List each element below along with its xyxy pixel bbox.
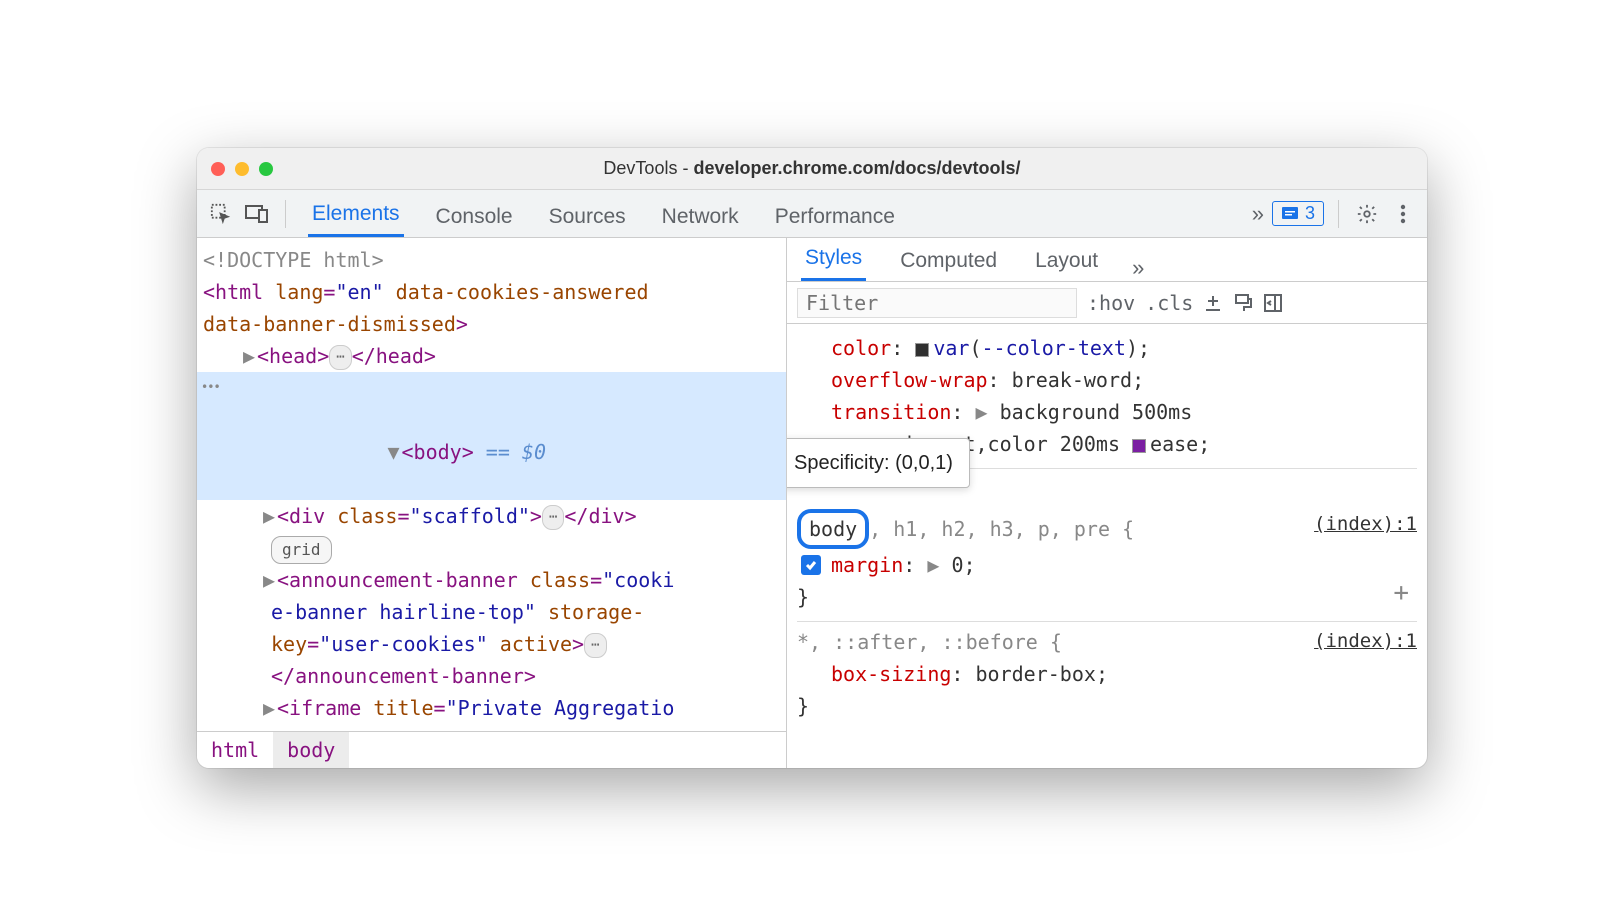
issues-count: 3 (1305, 203, 1315, 224)
breadcrumb-html[interactable]: html (197, 732, 273, 768)
property-checkbox[interactable] (801, 555, 821, 575)
dom-iframe-2[interactable]: n API Test" src=""https://shared-s (203, 724, 778, 731)
tab-sources[interactable]: Sources (545, 205, 630, 237)
breadcrumb-body[interactable]: body (273, 732, 349, 768)
row-actions-icon[interactable]: ••• (201, 378, 220, 397)
zoom-window-button[interactable] (259, 162, 273, 176)
main-toolbar: Elements Console Sources Network Perform… (197, 190, 1427, 238)
tab-console[interactable]: Console (432, 205, 517, 237)
hov-toggle[interactable]: :hov (1087, 291, 1135, 315)
dom-announcement-close[interactable]: </announcement-banner> (203, 660, 778, 692)
dom-html-open-2[interactable]: data-banner-dismissed> (203, 308, 778, 340)
side-tab-styles[interactable]: Styles (801, 246, 866, 281)
tab-elements[interactable]: Elements (308, 202, 404, 237)
devtools-window: DevTools - developer.chrome.com/docs/dev… (197, 148, 1427, 768)
source-link[interactable]: (index):1 (1314, 626, 1417, 656)
ellipsis-icon[interactable]: ⋯ (584, 633, 606, 657)
dom-panel: <!DOCTYPE html> <html lang="en" data-coo… (197, 238, 787, 768)
ease-swatch-icon[interactable] (1132, 439, 1146, 453)
dom-html-open[interactable]: <html lang="en" data-cookies-answered (203, 276, 778, 308)
tab-performance[interactable]: Performance (771, 205, 899, 237)
side-tab-layout[interactable]: Layout (1031, 249, 1102, 281)
close-window-button[interactable] (211, 162, 225, 176)
grid-badge[interactable]: grid (271, 536, 332, 564)
content-area: <!DOCTYPE html> <html lang="en" data-coo… (197, 238, 1427, 768)
dom-iframe-1[interactable]: ▶<iframe title="Private Aggregatio (203, 692, 778, 724)
side-tab-computed[interactable]: Computed (896, 249, 1001, 281)
styles-rules[interactable]: color: var(--color-text); overflow-wrap:… (787, 324, 1427, 768)
ellipsis-icon[interactable]: ⋯ (329, 345, 351, 369)
side-tabs-overflow-icon[interactable]: » (1132, 255, 1144, 281)
ellipsis-icon[interactable]: ⋯ (542, 505, 564, 529)
inspect-element-icon[interactable] (207, 200, 235, 228)
source-link[interactable]: (index):1 (1314, 509, 1417, 539)
device-toggle-icon[interactable] (243, 200, 271, 228)
tabs-overflow-icon[interactable]: » (1252, 201, 1264, 227)
color-swatch-icon[interactable] (915, 343, 929, 357)
tab-network[interactable]: Network (658, 205, 743, 237)
dom-announcement-1[interactable]: ▶<announcement-banner class="cooki (203, 564, 778, 596)
more-options-icon[interactable] (1389, 200, 1417, 228)
dom-announcement-3[interactable]: key="user-cookies" active>⋯ (203, 628, 778, 660)
selector-body-highlighted[interactable]: body (797, 509, 869, 549)
dom-breadcrumb: html body (197, 731, 786, 768)
titlebar: DevTools - developer.chrome.com/docs/dev… (197, 148, 1427, 190)
side-tabs: Styles Computed Layout » (787, 238, 1427, 282)
style-rule-3[interactable]: (index):1 *, ::after, ::before { box-siz… (797, 622, 1417, 730)
dom-head[interactable]: ▶<head>⋯</head> (203, 340, 778, 372)
dom-tree[interactable]: <!DOCTYPE html> <html lang="en" data-coo… (197, 238, 786, 731)
window-title: DevTools - developer.chrome.com/docs/dev… (197, 158, 1427, 179)
dom-announcement-2[interactable]: e-banner hairline-top" storage- (203, 596, 778, 628)
styles-filter-input[interactable] (797, 288, 1077, 318)
dom-body-selected[interactable]: ••• ▼<body> == $0 (197, 372, 786, 500)
main-tabs: Elements Console Sources Network Perform… (308, 190, 1244, 237)
paint-icon[interactable] (1233, 293, 1253, 313)
new-style-rule-icon[interactable] (1203, 293, 1223, 313)
settings-icon[interactable] (1353, 200, 1381, 228)
dom-grid-badge-row: grid (203, 532, 778, 564)
issues-icon (1281, 206, 1299, 222)
styles-panel: Styles Computed Layout » :hov .cls color… (787, 238, 1427, 768)
minimize-window-button[interactable] (235, 162, 249, 176)
dom-div-scaffold[interactable]: ▶<div class="scaffold">⋯</div> (203, 500, 778, 532)
window-controls (211, 162, 273, 176)
dom-doctype[interactable]: <!DOCTYPE html> (203, 244, 778, 276)
style-rule-2[interactable]: (index):1 body, h1, h2, h3, p, pre { mar… (797, 469, 1417, 622)
separator (1338, 200, 1339, 228)
issues-badge[interactable]: 3 (1272, 201, 1324, 226)
separator (285, 200, 286, 228)
specificity-tooltip: Specificity: (0,0,1) (787, 438, 970, 488)
add-property-icon[interactable]: + (1393, 573, 1409, 615)
computed-panel-icon[interactable] (1263, 293, 1283, 313)
styles-filter-row: :hov .cls (787, 282, 1427, 324)
cls-toggle[interactable]: .cls (1145, 291, 1193, 315)
